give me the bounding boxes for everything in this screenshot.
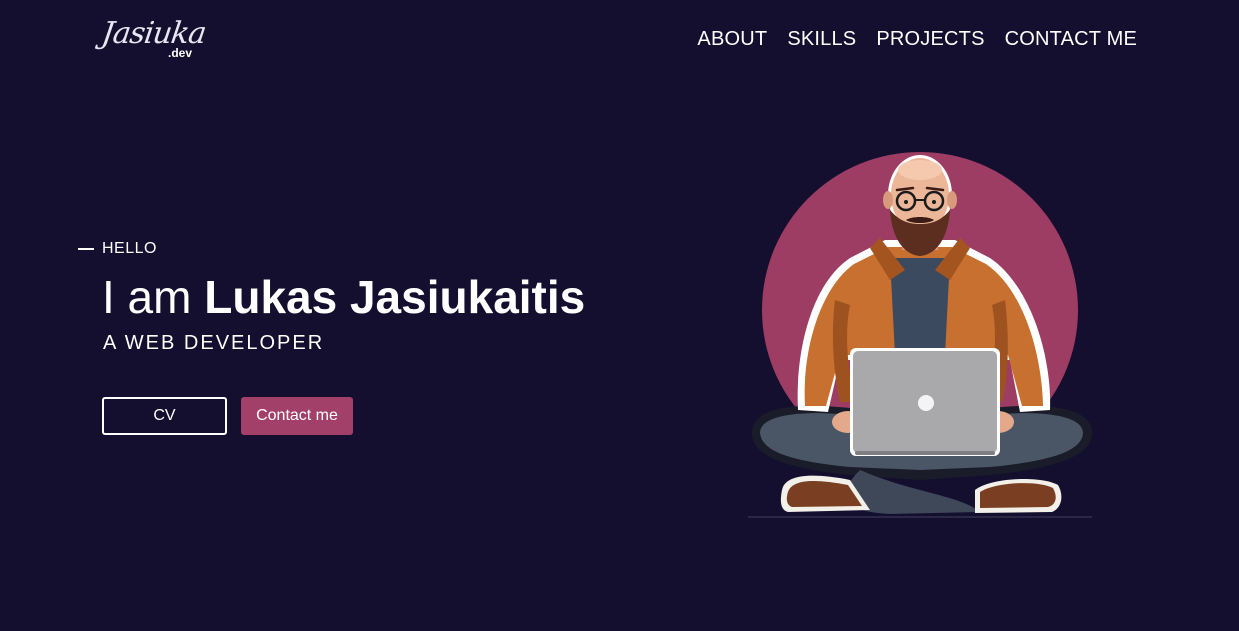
nav-item-about[interactable]: ABOUT: [697, 28, 767, 51]
nav-item-contact[interactable]: CONTACT ME: [1005, 28, 1137, 51]
hero-role: A WEB DEVELOPER: [103, 332, 325, 354]
contact-me-button[interactable]: Contact me: [241, 397, 353, 435]
greeting-dash: [78, 248, 94, 250]
developer-illustration: [748, 152, 1093, 518]
greeting-text: HELLO: [102, 240, 157, 257]
site-logo[interactable]: Jasiuka .dev: [100, 12, 208, 62]
hero-headline: I am Lukas Jasiukaitis: [102, 270, 585, 324]
nav-item-skills[interactable]: SKILLS: [787, 28, 856, 51]
left-ear: [883, 191, 893, 209]
laptop-logo: [918, 395, 934, 411]
head-highlight: [898, 160, 942, 180]
hero-actions: CV Contact me: [102, 397, 353, 435]
cv-button[interactable]: CV: [102, 397, 227, 435]
right-eye: [932, 200, 936, 204]
right-ear: [947, 191, 957, 209]
hero-greeting: HELLO: [78, 240, 157, 258]
headline-name: Lukas Jasiukaitis: [204, 271, 586, 323]
left-eye: [904, 200, 908, 204]
laptop-base: [855, 451, 995, 455]
nav-item-projects[interactable]: PROJECTS: [876, 28, 984, 51]
logo-suffix-text: .dev: [168, 46, 193, 60]
page: Jasiuka .dev ABOUT SKILLS PROJECTS CONTA…: [0, 0, 1239, 631]
headline-intro: I am: [102, 271, 192, 323]
main-nav: ABOUT SKILLS PROJECTS CONTACT ME: [697, 28, 1137, 51]
